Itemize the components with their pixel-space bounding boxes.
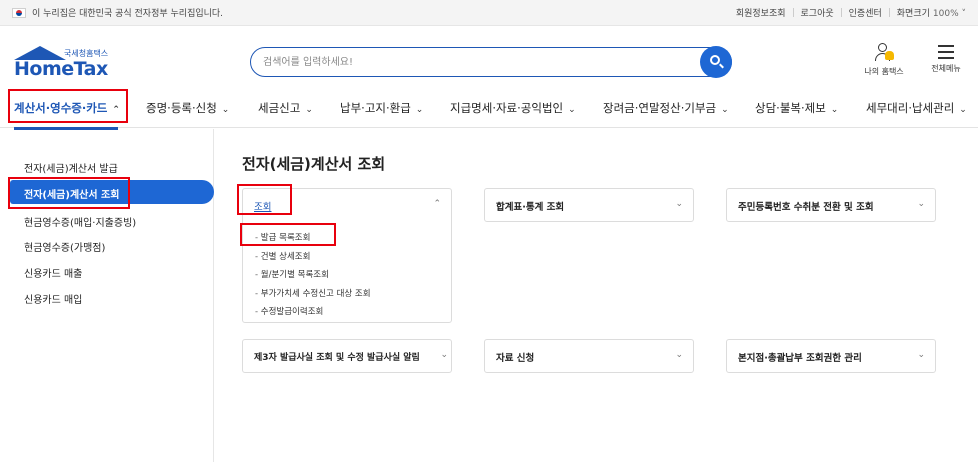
korea-flag-icon — [12, 8, 26, 18]
zoom-value: 100% ˅ — [932, 9, 966, 19]
zoom-control[interactable]: 화면크기 100% ˅ — [897, 6, 966, 19]
gov-notice-bar: 이 누리집은 대한민국 공식 전자정부 누리집입니다. 회원정보조회 로그아웃 … — [0, 0, 978, 26]
list-item-issue-list[interactable]: 발급 목록조회 — [255, 231, 371, 250]
main-nav: 계산서·영수증·카드 ⌃ 증명·등록·신청 ⌄ 세금신고 ⌄ 납부·고지·환급 ⌄ 지급… — [0, 88, 978, 130]
chevron-down-icon: ⌄ — [568, 105, 576, 115]
search-bar — [250, 46, 732, 78]
nav-item-payment-statement[interactable]: 지급명세·자료·공익법인 ⌄ — [450, 100, 576, 116]
all-menu-label: 전체메뉴 — [931, 64, 961, 73]
sidebar-item-invoice-issue[interactable]: 전자(세금)계산서 발급 — [24, 160, 118, 175]
sidebar-item-card-sales[interactable]: 신용카드 매출 — [24, 265, 82, 280]
chevron-up-icon: ⌃ — [112, 105, 120, 115]
card-data-request[interactable]: 자료 신청 ⌄ — [484, 339, 694, 373]
gov-notice-text: 이 누리집은 대한민국 공식 전자정부 누리집입니다. — [32, 9, 224, 19]
sidebar-item-invoice-inquiry[interactable]: 전자(세금)계산서 조회 — [10, 180, 214, 204]
card-summary-stats-title: 합계표·통계 조회 — [496, 202, 565, 213]
nav-item-consultation[interactable]: 상담·불복·제보 ⌄ — [755, 100, 838, 116]
chevron-down-icon: ⌄ — [415, 105, 424, 115]
card-third-party-title: 제3자 발급사실 조회 및 수정 발급사실 알림 — [254, 353, 420, 363]
chevron-down-icon: ⌄ — [305, 105, 313, 115]
sidebar-item-cash-receipt-purchase[interactable]: 현금영수증(매입·지출증빙) — [24, 214, 136, 229]
nav-item-certificate[interactable]: 증명·등록·신청 ⌄ — [146, 100, 229, 116]
cert-center-link[interactable]: 인증센터 — [849, 6, 882, 19]
person-bell-icon — [873, 42, 895, 62]
chevron-down-icon: ⌄ — [221, 105, 230, 115]
chevron-down-icon: ⌄ — [959, 105, 967, 115]
card-branch-permission-title: 본지점·총괄납부 조회권한 관리 — [738, 353, 862, 364]
card-summary-stats[interactable]: 합계표·통계 조회 ⌄ — [484, 188, 694, 222]
card-inquiry: 조회 ⌃ 발급 목록조회 건별 상세조회 월/분기별 목록조회 부가가치세 수정… — [242, 188, 452, 323]
sidebar-item-card-purchase[interactable]: 신용카드 매입 — [24, 291, 82, 306]
chevron-down-icon: ⌄ — [675, 199, 683, 209]
chevron-up-icon[interactable]: ⌃ — [433, 199, 441, 209]
chevron-down-icon: ⌄ — [675, 350, 683, 360]
my-hometax-button[interactable]: 나의 홈택스 — [858, 42, 910, 78]
nav-item-incentive[interactable]: 장려금·연말정산·기부금 ⌄ — [603, 100, 729, 116]
card-data-request-title: 자료 신청 — [496, 353, 535, 364]
divider — [840, 8, 842, 17]
nav-item-payment[interactable]: 납부·고지·환급 ⌄ — [340, 100, 423, 116]
card-inquiry-title[interactable]: 조회 — [254, 199, 271, 213]
chevron-down-icon: ⌄ — [721, 105, 729, 115]
zoom-label: 화면크기 — [896, 9, 930, 19]
my-hometax-label: 나의 홈택스 — [864, 67, 904, 76]
nav-item-invoice-receipt-card[interactable]: 계산서·영수증·카드 ⌃ — [14, 100, 120, 116]
page-title: 전자(세금)계산서 조회 — [242, 155, 386, 173]
list-item-detail-inquiry[interactable]: 건별 상세조회 — [255, 250, 371, 269]
sidebar: 전자(세금)계산서 발급 전자(세금)계산서 조회 현금영수증(매입·지출증빙)… — [0, 129, 214, 462]
hamburger-icon — [938, 45, 954, 59]
nav-item-tax-filing[interactable]: 세금신고 ⌄ — [258, 100, 313, 116]
search-button[interactable] — [700, 46, 732, 78]
card-rrn-conversion[interactable]: 주민등록번호 수취분 전환 및 조회 ⌄ — [726, 188, 936, 222]
list-item-monthly-quarterly[interactable]: 월/분기별 목록조회 — [255, 268, 371, 287]
nav-item-tax-agent[interactable]: 세무대리·납세관리 ⌄ — [866, 100, 967, 116]
chevron-down-icon: ⌄ — [830, 105, 839, 115]
list-item-amendment-history[interactable]: 수정발급이력조회 — [255, 305, 371, 324]
member-info-link[interactable]: 회원정보조회 — [736, 6, 786, 19]
chevron-down-icon: ⌄ — [440, 350, 448, 360]
all-menu-button[interactable]: 전체메뉴 — [922, 42, 970, 78]
logo-wordmark: HomeTax — [14, 58, 108, 80]
divider — [792, 8, 794, 17]
list-item-vat-amendment[interactable]: 부가가치세 수정신고 대상 조회 — [255, 287, 371, 306]
chevron-down-icon: ⌄ — [917, 199, 925, 209]
divider — [888, 8, 890, 17]
card-rrn-conversion-title: 주민등록번호 수취분 전환 및 조회 — [738, 202, 874, 213]
utility-links: 회원정보조회 로그아웃 인증센터 화면크기 100% ˅ — [736, 6, 966, 19]
card-branch-permission[interactable]: 본지점·총괄납부 조회권한 관리 ⌄ — [726, 339, 936, 373]
search-input[interactable] — [263, 54, 683, 70]
inquiry-sub-list: 발급 목록조회 건별 상세조회 월/분기별 목록조회 부가가치세 수정신고 대상… — [255, 231, 371, 324]
sidebar-item-cash-receipt-merchant[interactable]: 현금영수증(가맹점) — [24, 239, 105, 254]
card-third-party[interactable]: 제3자 발급사실 조회 및 수정 발급사실 알림 ⌄ — [242, 339, 452, 373]
logout-link[interactable]: 로그아웃 — [801, 6, 834, 19]
chevron-down-icon: ⌄ — [917, 350, 925, 360]
hometax-logo[interactable]: 국세청홈택스 HomeTax — [14, 46, 124, 80]
